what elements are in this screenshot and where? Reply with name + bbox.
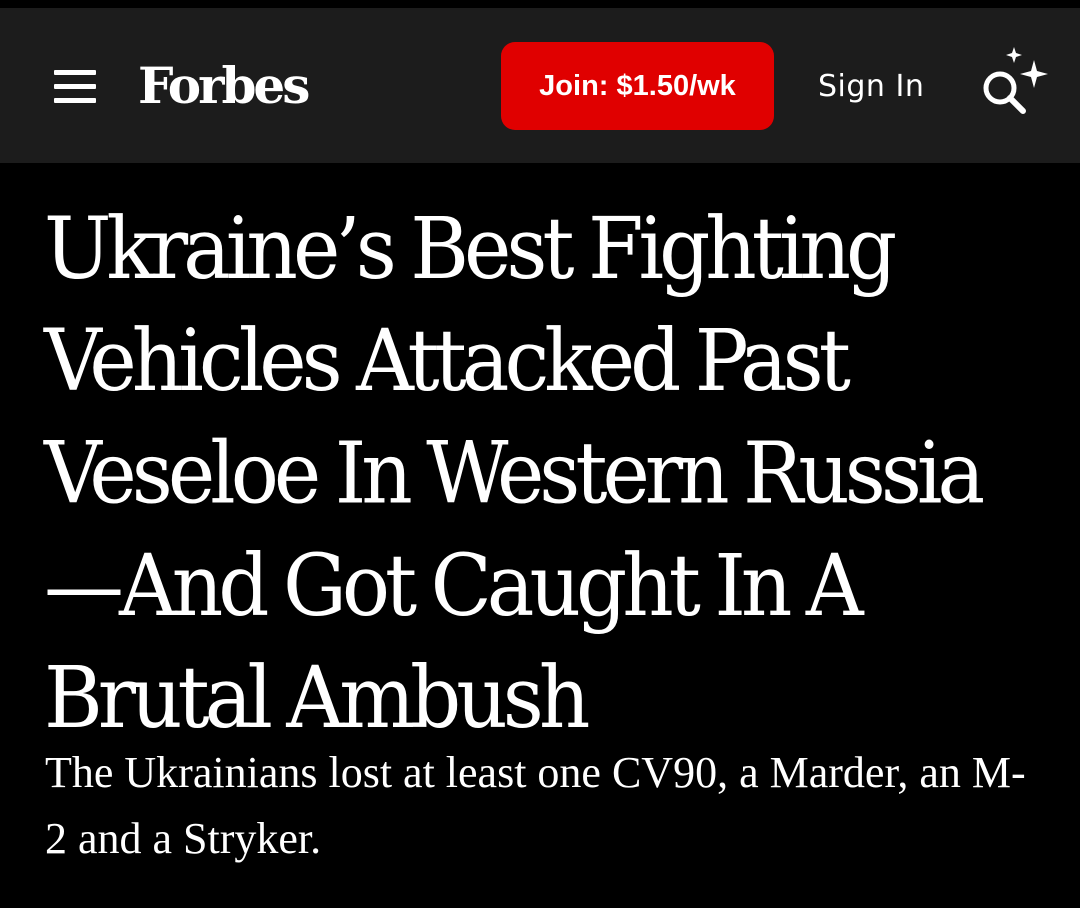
article-subheadline: The Ukrainians lost at least one CV90, a… [45,748,1026,863]
menu-bar [54,84,96,89]
article-headline[interactable]: Ukraine’s Best Fighting Vehicles Attacke… [44,193,1054,755]
ai-search-sparkle-icon [983,47,1048,114]
site-header: Forbes Join: $1.50/wk Sign In [0,8,1080,163]
hamburger-menu-icon[interactable] [52,70,98,104]
menu-bar [54,98,96,103]
menu-bar [54,70,96,75]
forbes-article-page: Forbes Join: $1.50/wk Sign In Ukraine’s … [0,0,1080,908]
forbes-logo[interactable]: Forbes [138,51,310,121]
join-subscription-button[interactable]: Join: $1.50/wk [501,42,774,130]
search-button[interactable] [972,46,1052,126]
status-strip [0,0,1080,8]
sign-in-link[interactable]: Sign In [818,66,924,108]
